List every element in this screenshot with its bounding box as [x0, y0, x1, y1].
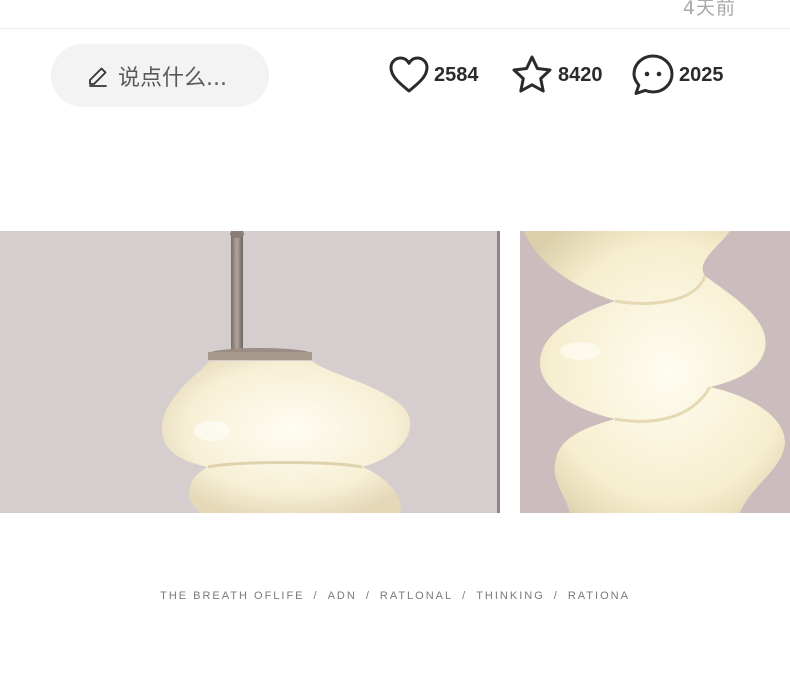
- tagline-part: THINKING: [476, 590, 545, 602]
- comment-count: 2025: [679, 63, 724, 86]
- pencil-icon: [86, 64, 118, 88]
- tagline-separator: /: [313, 590, 319, 602]
- heart-outline-icon: [388, 55, 430, 95]
- tagline-part: ADN: [327, 590, 357, 602]
- tagline-separator: /: [365, 590, 371, 602]
- action-row: 说点什么... 2584 8420 2025: [0, 29, 790, 121]
- favorite-count: 8420: [558, 63, 603, 86]
- speech-bubble-icon: [631, 53, 675, 97]
- like-count: 2584: [434, 63, 479, 86]
- comment-button[interactable]: 2025: [631, 53, 724, 97]
- tagline-part: RATIONA: [567, 590, 630, 602]
- tagline-part: RATLONAL: [379, 590, 454, 602]
- product-photo-right[interactable]: [520, 231, 790, 513]
- top-bar: 4天前: [0, 0, 790, 29]
- comment-placeholder: 说点什么...: [118, 65, 227, 91]
- tagline-separator: /: [462, 590, 468, 602]
- comment-input[interactable]: 说点什么...: [51, 44, 269, 107]
- favorite-button[interactable]: 8420: [510, 53, 603, 97]
- tagline-separator: /: [553, 590, 559, 602]
- brand-tagline: THE BREATH OFLIFE / ADN / RATLONAL / THINKING /…: [0, 590, 790, 602]
- post-detail-page: 4天前 说点什么... 2584 8420 2025 THE BREATH OF…: [0, 0, 790, 673]
- tagline-part: THE BREATH OFLIFE: [160, 590, 305, 602]
- like-button[interactable]: 2584: [388, 53, 479, 97]
- star-outline-icon: [510, 54, 554, 96]
- post-time-ago: 4天前: [682, 0, 736, 19]
- product-photo-left[interactable]: [0, 231, 500, 513]
